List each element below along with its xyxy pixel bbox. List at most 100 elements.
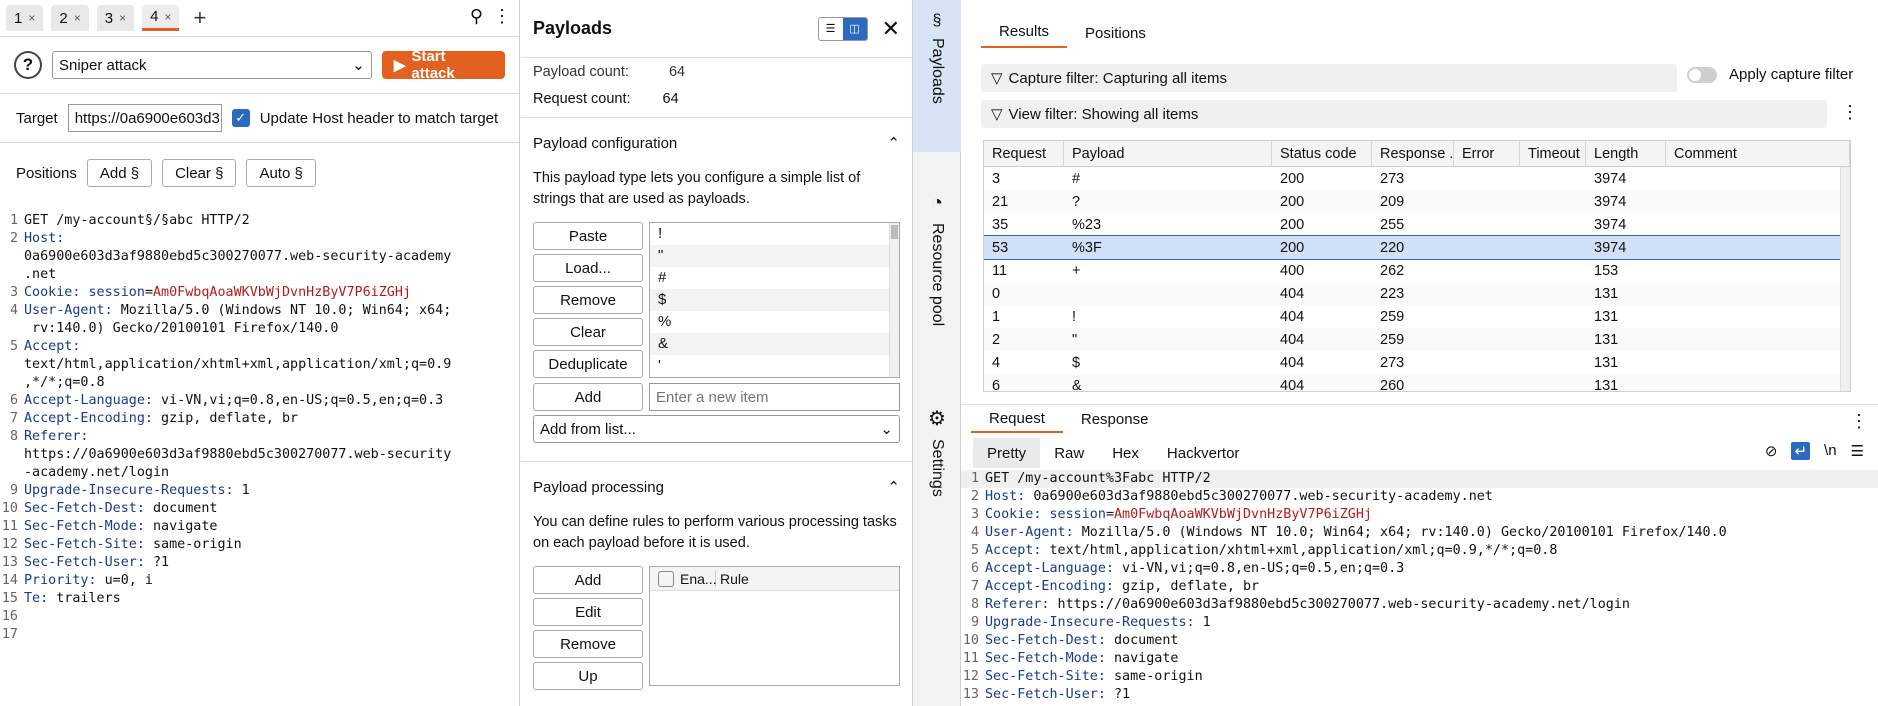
more-options-icon[interactable]: ⋮	[493, 6, 511, 27]
column-header[interactable]: Length	[1586, 141, 1666, 166]
tab-positions[interactable]: Positions	[1067, 25, 1164, 48]
code-text: Accept:	[24, 338, 80, 356]
close-icon[interactable]: ×	[74, 11, 81, 25]
column-header[interactable]: Timeout	[1520, 141, 1586, 166]
column-header[interactable]: Error	[1454, 141, 1520, 166]
tab-response[interactable]: Response	[1063, 411, 1167, 432]
capture-filter-bar[interactable]: ▽ Capture filter: Capturing all items	[981, 64, 1677, 92]
close-icon[interactable]: ✕	[882, 16, 900, 42]
list-item[interactable]: "	[650, 245, 899, 267]
table-cell: 153	[1594, 262, 1619, 279]
add-item-button[interactable]: Add	[533, 383, 643, 411]
list-item[interactable]: '	[650, 355, 899, 377]
side-tab-settings[interactable]: ⚙ Settings	[913, 394, 961, 514]
wrap-lines-icon[interactable]: ↵	[1791, 442, 1811, 460]
list-item[interactable]: $	[650, 289, 899, 311]
tab-4[interactable]: 4 ×	[142, 5, 180, 31]
clear-button[interactable]: Clear	[533, 318, 643, 346]
tab-2[interactable]: 2 ×	[51, 5, 89, 31]
paste-button[interactable]: Paste	[533, 222, 643, 250]
new-item-input[interactable]	[649, 383, 900, 411]
more-options-icon[interactable]: ⋮	[1850, 411, 1868, 432]
layout-list-icon[interactable]: ☰	[819, 18, 843, 40]
request-template-editor[interactable]: 1 GET /my-account§/§abc HTTP/2 2 Host: 0a690…	[0, 212, 520, 706]
remove-rule-button[interactable]: Remove	[533, 630, 643, 658]
start-attack-button[interactable]: ▶ Start attack	[381, 48, 505, 82]
load-button[interactable]: Load...	[533, 254, 643, 282]
table-cell: 259	[1380, 308, 1405, 325]
column-header[interactable]: Request	[984, 141, 1064, 166]
request-count-value: 64	[662, 90, 679, 107]
table-row[interactable]: 0 404 223 131	[984, 282, 1850, 305]
column-header[interactable]: Payload	[1064, 141, 1272, 166]
list-item[interactable]: %	[650, 311, 899, 333]
table-row[interactable]: 4 $404 273 131	[984, 351, 1850, 374]
table-row[interactable]: 1! 404 259 131	[984, 305, 1850, 328]
attack-type-select[interactable]: Sniper attack ⌄	[51, 51, 372, 79]
add-marker-button[interactable]: Add §	[86, 159, 153, 187]
request-viewer[interactable]: 1 GET /my-account%3Fabc HTTP/2 2 Host: 0a69…	[961, 470, 1878, 706]
close-icon[interactable]: ×	[28, 11, 35, 25]
payload-list[interactable]: ! " # $% & '	[649, 222, 900, 378]
edit-rule-button[interactable]: Edit	[533, 598, 643, 626]
menu-icon[interactable]: ☰	[1851, 442, 1864, 460]
list-item[interactable]: !	[650, 223, 899, 245]
tab-results[interactable]: Results	[981, 23, 1068, 48]
table-row[interactable]: 11 +400 262 153	[984, 259, 1850, 282]
line-number	[0, 248, 24, 266]
tab-pretty[interactable]: Pretty	[973, 438, 1041, 468]
payload-count-row: Payload count: 64	[521, 58, 912, 80]
scrollbar-thumb[interactable]	[891, 225, 898, 239]
target-input[interactable]: https://0a6900e603d3	[67, 104, 222, 132]
apply-capture-filter-toggle[interactable]	[1687, 66, 1717, 83]
scrollbar[interactable]	[889, 223, 899, 377]
side-tab-resource-pool[interactable]: ◔ Resource pool	[913, 190, 961, 394]
code-segment: document	[144, 501, 218, 516]
clear-marker-button[interactable]: Clear §	[162, 159, 237, 187]
tab-hackvertor[interactable]: Hackvertor	[1153, 438, 1254, 468]
tab-1[interactable]: 1 ×	[6, 5, 44, 31]
remove-button[interactable]: Remove	[533, 286, 643, 314]
auto-marker-button[interactable]: Auto §	[246, 159, 316, 187]
table-row[interactable]: 2 " 404 259 131	[984, 328, 1850, 351]
deduplicate-button[interactable]: Deduplicate	[533, 350, 643, 378]
tab-request[interactable]: Request	[971, 410, 1063, 433]
close-icon[interactable]: ×	[164, 10, 171, 24]
search-icon[interactable]: ⚲	[470, 6, 483, 27]
help-icon[interactable]: ?	[14, 51, 42, 79]
code-text: rv:140.0) Gecko/20100101 Firefox/140.0	[24, 320, 338, 338]
up-rule-button[interactable]: Up	[533, 662, 643, 690]
table-cell	[1520, 374, 1586, 391]
processing-rules-table[interactable]: Ena... Rule	[649, 566, 900, 686]
add-from-list-select[interactable]: Add from list... ⌄	[533, 415, 900, 443]
table-row[interactable]: 35 %23 200 255 3974	[984, 213, 1850, 236]
column-header[interactable]: Response ...	[1372, 141, 1454, 166]
list-item[interactable]: #	[650, 267, 899, 289]
table-row[interactable]: 6 & 404 260 131	[984, 374, 1850, 391]
close-icon[interactable]: ×	[119, 11, 126, 25]
table-row[interactable]: 53 %3F 200 220 3974	[984, 235, 1850, 260]
add-tab-button[interactable]: +	[187, 5, 212, 31]
table-row[interactable]: 21? 200 209 3974	[984, 190, 1850, 213]
payload-config-header[interactable]: Payload configuration ⌃	[521, 118, 912, 168]
payload-processing-header[interactable]: Payload processing ⌃	[521, 462, 912, 512]
more-options-icon[interactable]: ⋮	[1841, 102, 1859, 123]
list-item[interactable]: &	[650, 333, 899, 355]
newline-icon[interactable]: \n	[1824, 442, 1837, 460]
column-header[interactable]: Comment	[1666, 141, 1850, 166]
enable-all-checkbox[interactable]	[658, 570, 674, 587]
code-text: Sec-Fetch-User: ?1	[985, 686, 1130, 704]
column-header[interactable]: Status code	[1272, 141, 1372, 166]
tab-3[interactable]: 3 ×	[96, 5, 135, 31]
tab-raw[interactable]: Raw	[1040, 438, 1098, 468]
update-host-checkbox[interactable]: ✓	[231, 109, 250, 127]
layout-toggle[interactable]: ☰ ◫	[817, 16, 868, 41]
scrollbar[interactable]	[1840, 167, 1850, 391]
tab-hex[interactable]: Hex	[1098, 438, 1153, 468]
add-rule-button[interactable]: Add	[533, 566, 643, 594]
hide-icon[interactable]: ⊘	[1765, 442, 1778, 460]
view-filter-bar[interactable]: ▽ View filter: Showing all items	[981, 100, 1827, 128]
side-tab-payloads[interactable]: § Payloads	[913, 0, 961, 152]
layout-split-icon[interactable]: ◫	[842, 17, 867, 40]
table-row[interactable]: 3 #200 273 3974	[984, 167, 1850, 190]
